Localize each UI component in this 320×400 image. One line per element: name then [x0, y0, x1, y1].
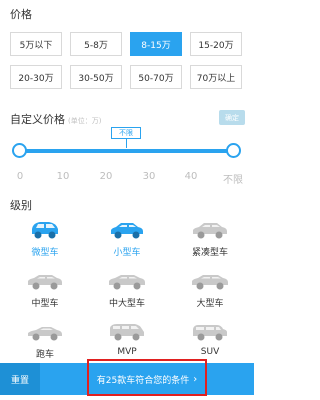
mpv-icon: [110, 324, 144, 341]
midsize-car-icon: [28, 275, 62, 290]
sports-car-icon: [28, 327, 62, 341]
price-section-title: 价格: [10, 8, 32, 21]
slider-bubble-stem: [126, 139, 127, 148]
slider-tick-label: 不限: [223, 175, 243, 186]
slider-tick-label: 40: [184, 171, 198, 182]
car-level-label: 中大型车: [108, 299, 145, 309]
price-slider-track[interactable]: [20, 149, 234, 153]
car-level-label: MVP: [117, 347, 137, 357]
price-slider-min-handle[interactable]: [12, 143, 27, 158]
reset-button[interactable]: 重置: [0, 363, 40, 395]
compact-car-icon: [193, 223, 227, 239]
car-level-label: 中型车: [31, 299, 59, 309]
car-level-compact[interactable]: 紧凑型车: [180, 220, 240, 264]
car-level-midsize[interactable]: 中型车: [15, 271, 75, 315]
price-option-20-30w[interactable]: 20-30万: [10, 65, 62, 89]
price-option-15-20w[interactable]: 15-20万: [190, 32, 242, 56]
price-slider-max-handle[interactable]: [226, 143, 241, 158]
price-option-5-8w[interactable]: 5-8万: [70, 32, 122, 56]
car-level-label: 紧凑型车: [191, 248, 228, 258]
price-option-50-70w[interactable]: 50-70万: [130, 65, 182, 89]
price-option-over-70w[interactable]: 70万以上: [190, 65, 242, 89]
custom-price-title: 自定义价格 (单位：万): [10, 111, 101, 127]
car-level-large[interactable]: 大型车: [180, 271, 240, 315]
car-level-label: 大型车: [196, 299, 224, 309]
level-section-title: 级别: [10, 199, 32, 212]
car-level-label: SUV: [200, 347, 220, 357]
result-highlight-box: [87, 359, 207, 396]
car-level-label: 小型车: [113, 248, 141, 258]
mini-car-icon: [32, 222, 58, 239]
custom-price-unit-hint: (单位：万): [68, 117, 102, 125]
suv-icon: [193, 325, 227, 341]
car-level-large-midsize[interactable]: 中大型车: [97, 271, 157, 315]
slider-tick-label: 30: [142, 171, 156, 182]
car-level-label: 跑车: [35, 350, 54, 360]
large-midsize-car-icon: [109, 275, 145, 290]
slider-tick-label: 0: [16, 171, 24, 182]
custom-price-confirm-button[interactable]: 确定: [219, 110, 245, 125]
car-level-mini[interactable]: 微型车: [15, 220, 75, 264]
price-option-30-50w[interactable]: 30-50万: [70, 65, 122, 89]
car-level-small[interactable]: 小型车: [97, 220, 157, 264]
car-level-label: 微型车: [31, 248, 59, 258]
custom-price-title-text: 自定义价格: [10, 113, 65, 126]
car-level-sports[interactable]: 跑车: [15, 322, 75, 366]
price-option-under-5w[interactable]: 5万以下: [10, 32, 62, 56]
small-car-icon: [111, 223, 143, 239]
slider-value-bubble: 不限: [111, 127, 141, 139]
price-option-8-15w[interactable]: 8-15万: [130, 32, 182, 56]
large-car-icon: [192, 275, 228, 290]
slider-tick-label: 20: [99, 171, 113, 182]
slider-tick-label: 10: [56, 171, 70, 182]
